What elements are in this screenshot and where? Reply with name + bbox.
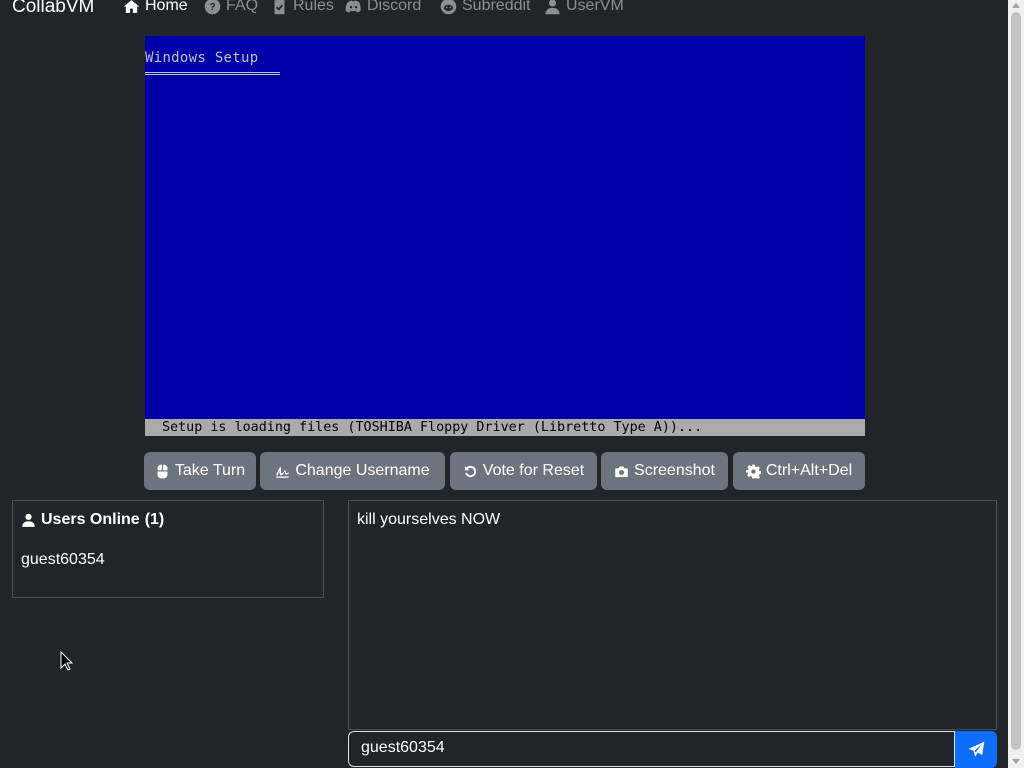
nav-uservm[interactable]: UserVM	[544, 0, 624, 15]
change-username-button[interactable]: Change Username	[260, 452, 445, 490]
nav-home-label: Home	[145, 0, 188, 14]
ctrl-alt-del-label: Ctrl+Alt+Del	[765, 462, 853, 479]
vm-display[interactable]: Windows Setup Setup is loading files (TO…	[145, 36, 865, 436]
scroll-down-arrow-icon[interactable]	[1012, 759, 1020, 764]
ctrl-alt-del-button[interactable]: Ctrl+Alt+Del	[733, 452, 865, 490]
screenshot-button[interactable]: Screenshot	[601, 452, 728, 490]
scrollbar-thumb[interactable]	[1011, 12, 1021, 750]
send-button[interactable]	[955, 731, 997, 768]
nav-discord-label: Discord	[367, 0, 422, 14]
nav-subreddit-label: Subreddit	[462, 0, 531, 14]
reddit-icon	[440, 0, 457, 14]
navbar: CollabVM Home ? FAQ Rules Discord Subred…	[0, 0, 1008, 30]
screenshot-label: Screenshot	[634, 462, 715, 479]
chat-username-label: guest60354	[348, 731, 458, 767]
page-scrollbar[interactable]	[1008, 0, 1024, 768]
gear-icon	[745, 464, 761, 479]
setup-title-underline	[145, 72, 280, 75]
chat-message-input[interactable]	[457, 731, 955, 767]
take-turn-label: Take Turn	[174, 462, 246, 479]
clipboard-check-icon	[274, 0, 285, 14]
question-circle-icon: ?	[204, 0, 221, 14]
chat-message: kill yourselves NOW	[357, 511, 501, 528]
camera-icon	[615, 466, 628, 477]
users-online-panel: Users Online (1) guest60354	[12, 500, 324, 598]
signature-icon	[276, 466, 290, 478]
chat-input-group: guest60354	[348, 731, 997, 768]
nav-faq[interactable]: ? FAQ	[204, 0, 258, 15]
home-icon	[123, 0, 140, 13]
take-turn-button[interactable]: Take Turn	[144, 452, 256, 490]
mouse-icon	[157, 464, 168, 478]
nav-rules-label: Rules	[293, 0, 334, 14]
vote-reset-button[interactable]: Vote for Reset	[450, 452, 597, 490]
user-list-item[interactable]: guest60354	[21, 551, 105, 569]
vote-reset-label: Vote for Reset	[482, 462, 585, 479]
nav-faq-label: FAQ	[226, 0, 259, 14]
nav-discord[interactable]: Discord	[345, 0, 421, 15]
paper-plane-icon	[968, 741, 984, 757]
svg-text:?: ?	[209, 2, 215, 13]
users-online-title: Users Online	[41, 511, 140, 528]
users-online-count: (1)	[144, 511, 165, 528]
chat-log: kill yourselves NOW	[348, 500, 997, 730]
user-icon	[22, 513, 35, 527]
user-icon	[545, 0, 560, 14]
setup-title: Windows Setup	[145, 50, 259, 66]
mouse-cursor-icon	[60, 651, 74, 671]
nav-rules[interactable]: Rules	[271, 0, 334, 15]
rotate-left-icon	[464, 465, 476, 477]
change-username-label: Change Username	[295, 462, 430, 479]
nav-home[interactable]: Home	[123, 0, 188, 15]
brand-link[interactable]: CollabVM	[12, 0, 94, 18]
nav-subreddit[interactable]: Subreddit	[440, 0, 531, 15]
discord-icon	[345, 0, 361, 13]
scroll-up-arrow-icon[interactable]	[1012, 3, 1020, 8]
users-online-header: Users Online (1)	[21, 511, 164, 529]
nav-uservm-label: UserVM	[566, 0, 624, 14]
setup-status-bar: Setup is loading files (TOSHIBA Floppy D…	[145, 419, 865, 436]
